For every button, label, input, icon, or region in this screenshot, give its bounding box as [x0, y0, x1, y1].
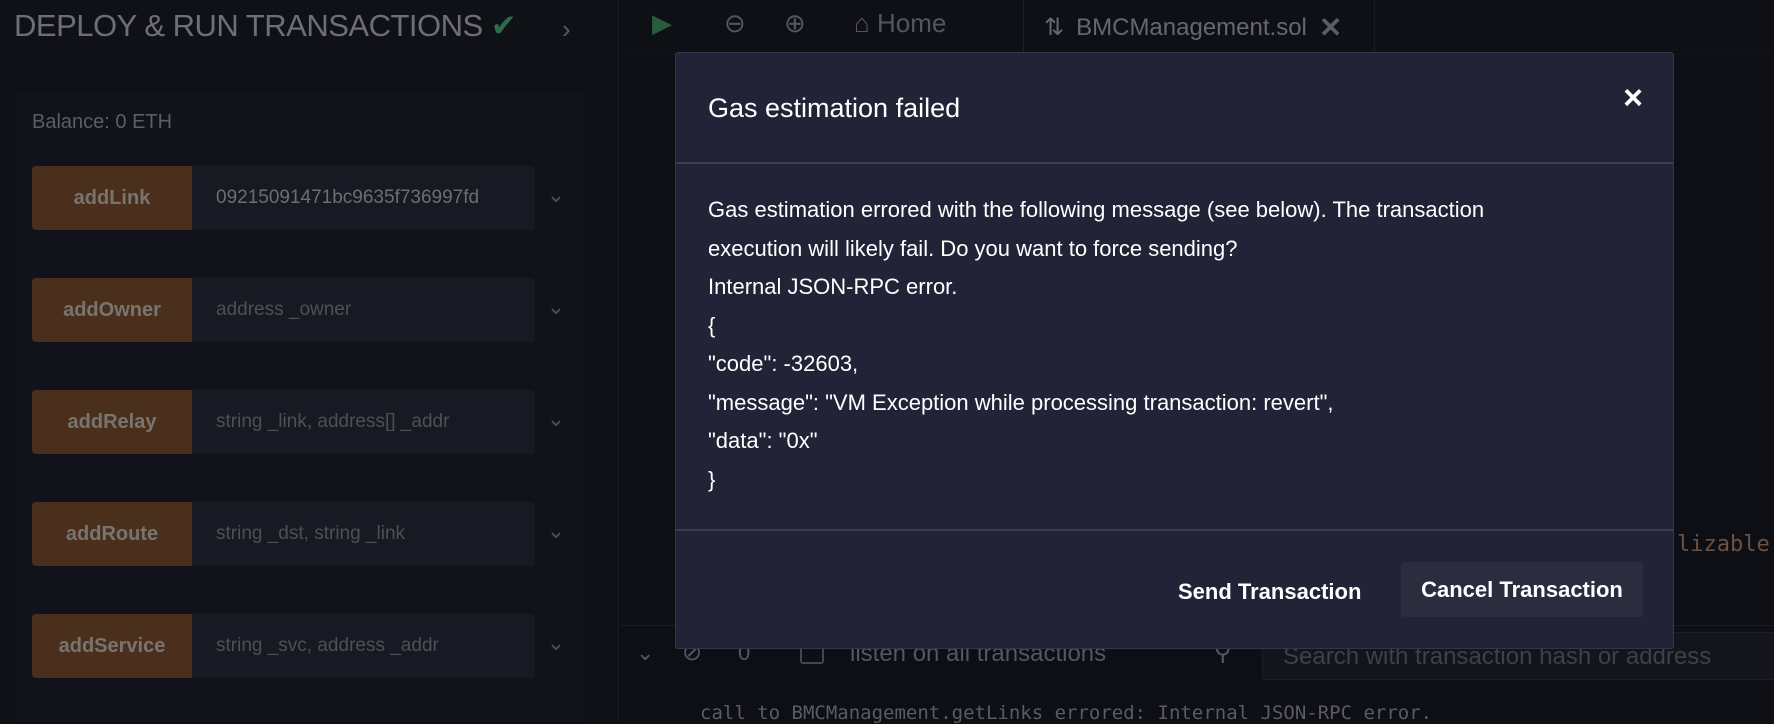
run-icon[interactable]: ▶	[652, 8, 672, 39]
function-args-input[interactable]: string _dst, string _link	[192, 502, 535, 566]
collapse-icon[interactable]: ⌄	[636, 640, 654, 666]
modal-message-line: "data": "0x"	[708, 428, 818, 453]
function-args-input[interactable]: string _link, address[] _addr	[192, 390, 535, 454]
zoom-in-icon[interactable]: ⊕	[784, 8, 806, 39]
chevron-down-icon[interactable]: ⌄	[545, 406, 567, 432]
cancel-transaction-button[interactable]: Cancel Transaction	[1401, 562, 1643, 617]
modal-message-line: {	[708, 312, 716, 338]
modal-title: Gas estimation failed	[708, 93, 961, 123]
send-transaction-button[interactable]: Send Transaction	[1178, 569, 1361, 615]
deploy-panel: DEPLOY & RUN TRANSACTIONS ✔ › Balance: 0 …	[0, 0, 619, 722]
chevron-down-icon[interactable]: ⌄	[545, 182, 567, 208]
close-tab-icon[interactable]: ✕	[1319, 11, 1342, 44]
modal-message-line: Internal JSON-RPC error.	[708, 274, 958, 299]
check-icon: ✔	[490, 8, 517, 43]
gas-estimation-modal: Gas estimation failed × Gas estimation e…	[675, 52, 1674, 649]
function-row: addRelay string _link, address[] _addr	[32, 390, 535, 454]
modal-message-line: "code": -32603,	[708, 351, 859, 376]
zoom-out-icon[interactable]: ⊖	[724, 8, 746, 39]
chevron-down-icon[interactable]: ⌄	[545, 294, 567, 320]
chevron-down-icon[interactable]: ⌄	[545, 630, 567, 656]
function-args-input[interactable]: string _svc, address _addr	[192, 614, 535, 678]
function-button[interactable]: addLink	[32, 166, 192, 230]
function-button[interactable]: addRelay	[32, 390, 192, 454]
home-tab[interactable]: ⌂ Home	[854, 8, 946, 39]
function-row: addOwner address _owner	[32, 278, 535, 342]
terminal-log: call to BMCManagement.getLinks errored: …	[700, 702, 1433, 724]
home-icon: ⌂	[854, 8, 870, 38]
sync-icon: ⇅	[1044, 14, 1065, 41]
function-button[interactable]: addRoute	[32, 502, 192, 566]
modal-message-line: "message": "VM Exception while processin…	[708, 389, 1334, 415]
modal-message-line: }	[708, 466, 716, 492]
function-button[interactable]: addService	[32, 614, 192, 678]
chevron-down-icon[interactable]: ⌄	[545, 518, 567, 544]
function-row: addRoute string _dst, string _link	[32, 502, 535, 566]
chevron-right-icon[interactable]: ›	[562, 14, 571, 45]
code-fragment: lizable	[1677, 532, 1770, 557]
modal-body: Gas estimation errored with the followin…	[676, 164, 1673, 531]
modal-message-line: execution will likely fail. Do you want …	[708, 235, 1238, 261]
tab-bmcmanagement[interactable]: ⇅ BMCManagement.sol ✕	[1023, 0, 1375, 55]
function-button[interactable]: addOwner	[32, 278, 192, 342]
function-row: addLink 09215091471bc9635f736997fd	[32, 166, 535, 230]
function-args-input[interactable]: 09215091471bc9635f736997fd	[192, 166, 535, 230]
close-icon[interactable]: ×	[1623, 79, 1643, 118]
function-row: addService string _svc, address _addr	[32, 614, 535, 678]
function-args-input[interactable]: address _owner	[192, 278, 535, 342]
panel-title: DEPLOY & RUN TRANSACTIONS ✔	[14, 8, 517, 43]
modal-message-line: Gas estimation errored with the followin…	[708, 197, 1485, 222]
balance-label: Balance: 0 ETH	[32, 111, 173, 133]
